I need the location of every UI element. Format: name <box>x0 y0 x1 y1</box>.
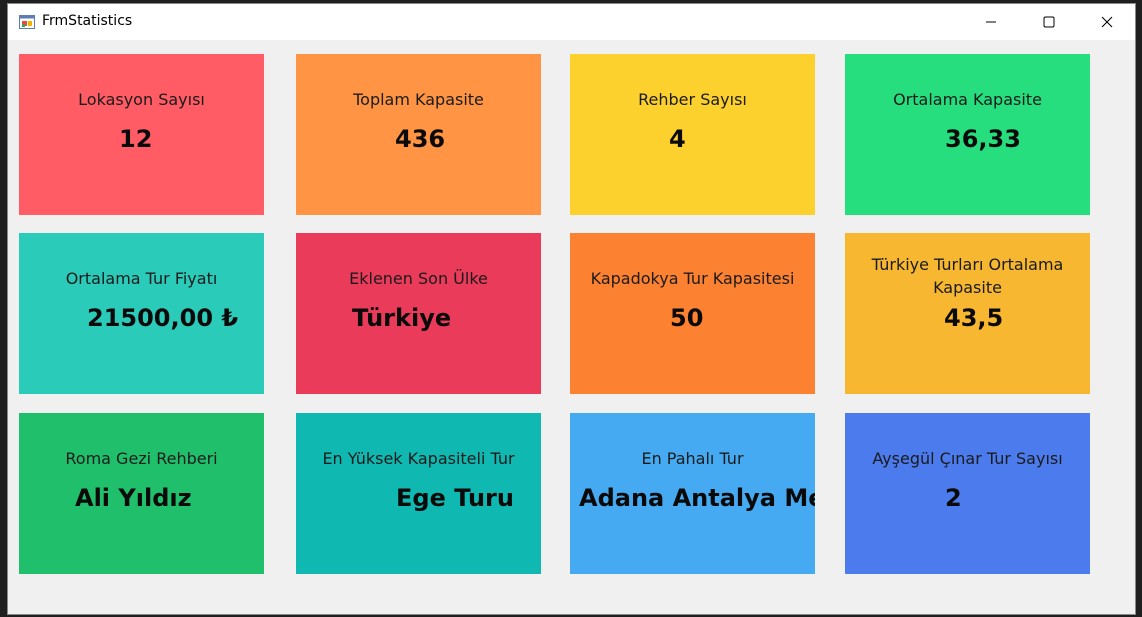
card-label: Eklenen Son Ülke <box>349 269 488 288</box>
minimize-button[interactable] <box>962 4 1020 40</box>
card-rehber-sayisi: Rehber Sayısı 4 <box>570 54 815 215</box>
close-button[interactable] <box>1078 4 1135 40</box>
card-label: Kapadokya Tur Kapasitesi <box>590 269 795 288</box>
card-aysegul-cinar-tur-sayisi: Ayşegül Çınar Tur Sayısı 2 <box>845 413 1090 574</box>
card-turkiye-turlari-ortalama-kapasite: Türkiye Turları Ortalama Kapasite 43,5 <box>845 233 1090 394</box>
card-en-yuksek-kapasiteli-tur: En Yüksek Kapasiteli Tur Ege Turu <box>296 413 541 574</box>
minimize-icon <box>986 21 996 23</box>
card-label: Toplam Kapasite <box>353 90 484 109</box>
app-form-icon <box>19 15 35 29</box>
card-value: 36,33 <box>945 125 1021 153</box>
window-title: FrmStatistics <box>42 13 133 29</box>
card-eklenen-son-ulke: Eklenen Son Ülke Türkiye <box>296 233 541 394</box>
card-en-pahali-tur: En Pahalı Tur Adana Antalya Mersin <box>570 413 815 574</box>
card-value: 43,5 <box>944 304 1004 332</box>
maximize-icon <box>1043 16 1055 28</box>
card-ortalama-kapasite: Ortalama Kapasite 36,33 <box>845 54 1090 215</box>
card-value: Adana Antalya Mersin <box>579 484 815 512</box>
close-icon <box>1101 16 1113 28</box>
card-toplam-kapasite: Toplam Kapasite 436 <box>296 54 541 215</box>
card-roma-gezi-rehberi: Roma Gezi Rehberi Ali Yıldız <box>19 413 264 574</box>
card-label: Türkiye Turları Ortalama Kapasite <box>871 255 1064 297</box>
card-value: 12 <box>119 125 153 153</box>
card-value: Ege Turu <box>396 484 514 512</box>
card-value: Ali Yıldız <box>75 484 192 512</box>
card-value: 2 <box>945 484 962 512</box>
card-label: Ortalama Tur Fiyatı <box>65 269 218 288</box>
title-bar[interactable]: FrmStatistics <box>8 4 1135 40</box>
card-label: En Pahalı Tur <box>641 449 744 468</box>
card-value: 50 <box>670 304 704 332</box>
card-label: Rehber Sayısı <box>638 90 747 109</box>
card-value: 4 <box>669 125 686 153</box>
card-value: Türkiye <box>352 304 452 332</box>
card-value: 436 <box>395 125 446 153</box>
card-label: Ortalama Kapasite <box>893 90 1042 109</box>
card-label: En Yüksek Kapasiteli Tur <box>322 449 515 468</box>
maximize-button[interactable] <box>1020 4 1078 40</box>
card-kapadokya-tur-kapasitesi: Kapadokya Tur Kapasitesi 50 <box>570 233 815 394</box>
card-label: Ayşegül Çınar Tur Sayısı <box>872 449 1063 468</box>
statistics-window: FrmStatistics Lokasyon Sayısı 12 Toplam … <box>7 3 1136 615</box>
card-ortalama-tur-fiyati: Ortalama Tur Fiyatı 21500,00 ₺ <box>19 233 264 394</box>
card-label: Lokasyon Sayısı <box>78 90 205 109</box>
card-lokasyon-sayisi: Lokasyon Sayısı 12 <box>19 54 264 215</box>
card-value: 21500,00 ₺ <box>87 304 239 332</box>
card-label: Roma Gezi Rehberi <box>65 449 218 468</box>
